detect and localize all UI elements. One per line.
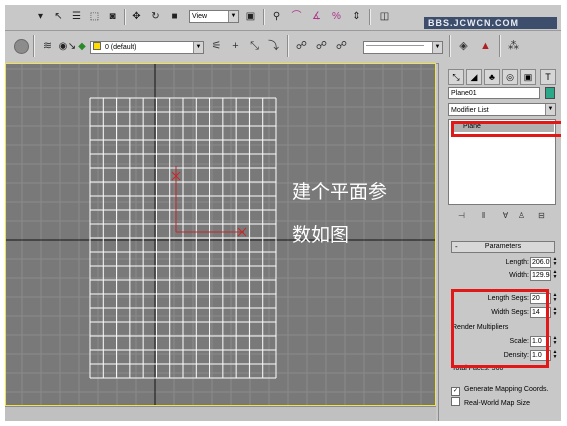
generate-mapping-checkbox[interactable]: ✓ (451, 387, 460, 396)
quick-render-icon[interactable]: ▲ (477, 38, 494, 55)
modifier-list-dropdown[interactable]: Modifier List ▼ (448, 103, 556, 116)
utilities-tab-icon[interactable]: T (540, 69, 556, 85)
select-icon[interactable]: ↖ (51, 10, 66, 24)
chevron-down-icon: ▼ (193, 42, 203, 53)
width-spinner[interactable]: ▲ ▼ (552, 270, 558, 281)
width-label: Width: (509, 272, 529, 279)
annotation-line-1: 建个平面参 (292, 181, 388, 203)
manipulate-icon[interactable]: ⚲ (269, 10, 284, 24)
layer-color-swatch (93, 42, 101, 50)
command-panel: ⤡ ◢ ♣ ◎ ▣ T Plane01 Modifier List ▼ Plan… (438, 63, 561, 421)
length-input[interactable]: 206.091 (530, 257, 551, 268)
toolbar-separator (263, 9, 265, 25)
perspective-viewport[interactable]: 建个平面参 数如图 (5, 63, 436, 406)
scale-icon[interactable]: ■ (167, 10, 182, 24)
modifier-list-label: Modifier List (451, 107, 489, 114)
app-window: ▾ ↖ ☰ ⬚ ◙ ✥ ↻ ■ View ▼ ▣ ⚲ ⌒ ∡ % ⇕ ◫ BBS… (5, 5, 561, 421)
chevron-down-icon: ▼ (545, 104, 555, 115)
display-tab-icon[interactable]: ▣ (520, 69, 536, 85)
layer-manager-icon[interactable]: ≋ (39, 38, 56, 55)
toolbar-separator (124, 9, 126, 25)
snap-icon[interactable]: ⌒ (289, 10, 304, 24)
window-crossing-icon[interactable]: ◙ (105, 10, 120, 24)
viewport-canvas (6, 64, 435, 405)
render-type-icon[interactable]: ⁂ (505, 38, 522, 55)
create-tab-icon[interactable]: ⤡ (448, 69, 464, 85)
undo-dropdown-icon[interactable]: ▾ (33, 10, 48, 24)
region-select-icon[interactable]: ⬚ (87, 10, 102, 24)
empty-selection-line (366, 45, 424, 46)
motion-tab-icon[interactable]: ◎ (502, 69, 518, 85)
length-label: Length: (505, 259, 529, 266)
material-editor-icon[interactable]: ☍ (333, 38, 350, 55)
percent-snap-icon[interactable]: % (329, 10, 344, 24)
render-icon[interactable]: ◆ (77, 40, 87, 54)
add-to-layer-icon[interactable]: + (227, 38, 244, 55)
density-spinner[interactable]: ▲ ▼ (552, 350, 558, 361)
realworld-row[interactable]: Real-World Map Size (451, 397, 530, 407)
pivot-icon[interactable]: ▣ (243, 10, 258, 24)
rotate-icon[interactable]: ↻ (148, 10, 163, 24)
angle-snap-icon[interactable]: ∡ (309, 10, 324, 24)
toolbar-separator (449, 35, 451, 57)
make-unique-icon[interactable]: ∀ (500, 210, 511, 221)
length-segs-spinner[interactable]: ▲ ▼ (552, 293, 558, 304)
stack-tools: ⊣ ‖ ∀ ♙ ⊟ (448, 207, 556, 225)
stack-item-highlight (451, 121, 561, 137)
generate-mapping-row[interactable]: ✓ Generate Mapping Coords. (451, 385, 549, 396)
set-current-layer-icon[interactable]: ⤵ (265, 38, 282, 55)
object-name-field[interactable]: Plane01 (448, 87, 540, 99)
collapse-icon: - (455, 242, 458, 251)
parameters-rollout-title: Parameters (484, 243, 522, 250)
curve-editor-icon[interactable]: ☍ (293, 38, 310, 55)
layer-dropdown-value: 0 (default) (104, 44, 137, 51)
select-by-name-icon[interactable]: ☰ (69, 10, 84, 24)
layer-dropdown[interactable]: 0 (default) ▼ (90, 41, 204, 54)
realworld-checkbox[interactable] (451, 397, 460, 406)
move-icon[interactable]: ✥ (129, 10, 144, 24)
toolbar-separator (287, 35, 289, 57)
watermark: BBS.JCWCN.COM (424, 17, 557, 29)
parameters-highlight (451, 289, 549, 368)
length-row: Length: 206.091 ▲▼ (439, 257, 561, 269)
toolbar-separator (499, 35, 501, 57)
chevron-down-icon: ▼ (228, 11, 238, 22)
configure-modifier-sets-icon[interactable]: ⊟ (536, 210, 547, 221)
width-input[interactable]: 129.949 (530, 270, 551, 281)
named-selection-icon[interactable]: ◫ (377, 10, 392, 24)
width-row: Width: 129.949 ▲▼ (439, 270, 561, 282)
annotation-line-2: 数如图 (292, 224, 350, 246)
freeze-icon[interactable]: ↘ (67, 40, 77, 54)
record-button[interactable] (14, 39, 29, 54)
render-setup-icon[interactable]: ◈ (455, 38, 472, 55)
realworld-label: Real-World Map Size (464, 400, 531, 407)
layer-toolbar: ≋ ◉ ↘ ◆ 0 (default) ▼ ⚟ + ⤡ ⤵ ☍ ☍ ☍ ▼ ◈ … (5, 31, 561, 64)
named-selection-dropdown[interactable]: ▼ (363, 41, 443, 54)
toolbar-separator (33, 35, 35, 57)
scale-spinner[interactable]: ▲ ▼ (552, 336, 558, 347)
main-toolbar: ▾ ↖ ☰ ⬚ ◙ ✥ ↻ ■ View ▼ ▣ ⚲ ⌒ ∡ % ⇕ ◫ BBS… (5, 5, 561, 31)
generate-mapping-label: Generate Mapping Coords. (464, 386, 549, 393)
show-end-result-icon[interactable]: ‖ (478, 210, 489, 221)
spinner-snap-icon[interactable]: ⇕ (349, 10, 364, 24)
length-spinner[interactable]: ▲ ▼ (552, 257, 558, 268)
create-layer-icon[interactable]: ⚟ (208, 38, 225, 55)
toolbar-separator (369, 9, 371, 25)
modify-tab-icon[interactable]: ◢ (466, 69, 482, 85)
width-segs-spinner[interactable]: ▲ ▼ (552, 307, 558, 318)
reference-coord-value: View (192, 13, 208, 20)
select-layer-icon[interactable]: ⤡ (246, 38, 263, 55)
object-color-swatch[interactable] (545, 87, 555, 99)
schematic-view-icon[interactable]: ☍ (313, 38, 330, 55)
parameters-rollout-header[interactable]: - Parameters (451, 241, 555, 253)
hierarchy-tab-icon[interactable]: ♣ (484, 69, 500, 85)
remove-modifier-icon[interactable]: ♙ (516, 210, 527, 221)
chevron-down-icon: ▼ (432, 42, 442, 53)
status-bar (5, 406, 436, 421)
reference-coord-dropdown[interactable]: View ▼ (189, 10, 239, 23)
pin-stack-icon[interactable]: ⊣ (456, 210, 467, 221)
